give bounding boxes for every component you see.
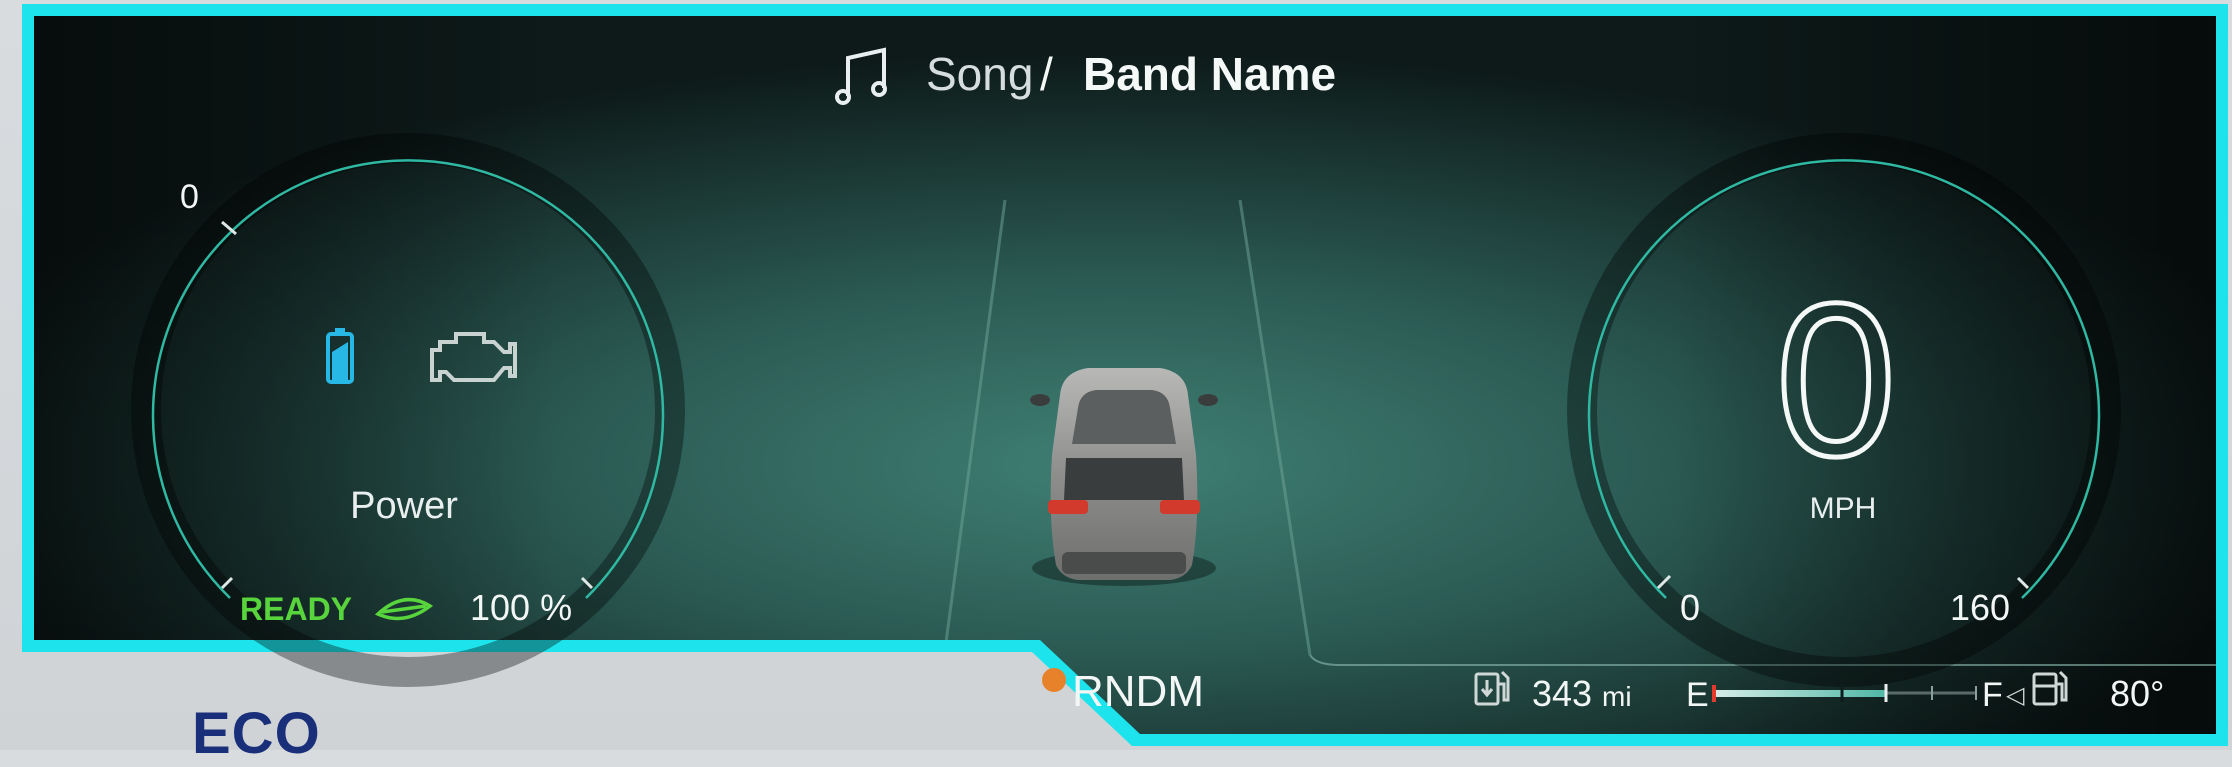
drive-mode-label: ECO <box>192 701 321 766</box>
speed-scale-max: 160 <box>1950 587 2010 628</box>
fuel-full-label: F <box>1982 676 2003 714</box>
speed-scale-min: 0 <box>1680 587 1700 628</box>
song-separator: / <box>1040 48 1053 100</box>
power-scale-max: 0 <box>180 178 199 216</box>
ready-status: READY <box>240 591 352 627</box>
gear-label: RNDM <box>1072 667 1204 716</box>
song-title: Song <box>926 48 1033 100</box>
fuel-empty-label: E <box>1686 676 1709 714</box>
band-name: Band Name <box>1083 48 1336 100</box>
fuel-level-fill <box>1712 690 1886 697</box>
outside-temperature: 80° <box>2110 673 2164 714</box>
instrument-cluster: Song / Band Name 0 Power READY 100 % 0 M… <box>0 0 2232 750</box>
speed-readout: 0 <box>1775 259 1896 502</box>
battery-charge: 100 % <box>470 587 572 628</box>
fuel-door-arrow: ◁ <box>2006 682 2025 709</box>
range-unit: mi <box>1602 681 1632 712</box>
range-value: 343 <box>1532 673 1592 714</box>
power-label: Power <box>350 485 458 527</box>
speed-unit: MPH <box>1810 492 1877 525</box>
gear-active-indicator <box>1042 668 1066 692</box>
